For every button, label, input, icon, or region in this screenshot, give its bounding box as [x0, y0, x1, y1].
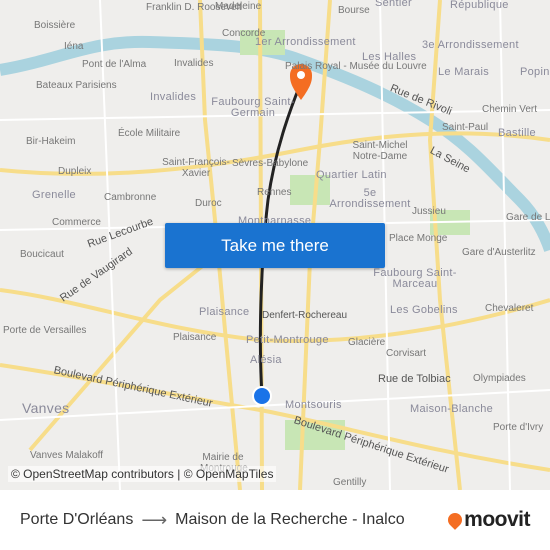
moovit-logo[interactable]: moovit — [445, 508, 530, 532]
map-label: Plaisance — [173, 332, 217, 343]
map-label: Gentilly — [333, 477, 367, 488]
map-label: Iéna — [64, 41, 84, 52]
map-label: République — [450, 0, 509, 11]
map-label: Pont de l'Alma — [82, 59, 147, 70]
map-label: Chevaleret — [485, 303, 534, 314]
map-label: Bourse — [338, 5, 370, 16]
map-label: Invalides — [174, 58, 214, 69]
map-label: Denfert-Rochereau — [262, 310, 348, 321]
map-label: Porte d'Ivry — [493, 422, 544, 433]
map-label: Invalides — [150, 91, 197, 103]
map-label: Montsouris — [285, 399, 342, 411]
map-label: Alésia — [250, 354, 282, 366]
map-label: Les Halles — [362, 51, 417, 63]
map-label: Plaisance — [199, 306, 250, 318]
map-label: Gare d'Austerlitz — [462, 247, 536, 258]
map-label: Vanves Malakoff — [30, 450, 104, 461]
map-label: Popincourt — [520, 66, 550, 78]
map-label: Bastille — [498, 127, 536, 139]
map-label: Madeleine — [215, 1, 262, 12]
map-label: Petit-Montrouge — [246, 334, 329, 346]
map-label: Bateaux Parisiens — [36, 80, 117, 91]
take-me-there-button[interactable]: Take me there — [165, 223, 385, 268]
map-label: Olympiades — [473, 373, 526, 384]
moovit-pin-icon — [445, 510, 466, 530]
map-label: Saint-Paul — [442, 122, 489, 133]
map-label: Saint-François-Xavier — [162, 157, 230, 179]
map-label: Bir-Hakeim — [26, 136, 76, 147]
origin-marker — [252, 386, 272, 406]
map-label: Boissière — [34, 20, 76, 31]
route-summary: Porte D'Orléans ⟶ Maison de la Recherche… — [20, 510, 405, 531]
map-label: Faubourg Saint-Marceau — [373, 267, 457, 290]
map-label: 5e Arrondissement — [329, 187, 411, 210]
map-label: Le Marais — [438, 66, 489, 78]
map-label: Les Gobelins — [390, 304, 458, 316]
map-label: Maison-Blanche — [410, 403, 494, 415]
map-label: Jussieu — [412, 206, 446, 217]
map-label: 1er Arrondissement — [255, 36, 356, 48]
map-label: Chemin Vert — [482, 104, 538, 115]
map-label: Rennes — [257, 187, 292, 198]
map-label: Gare de Lyon — [506, 212, 550, 223]
map-label: Faubourg Saint-Germain — [211, 96, 295, 119]
map-label: Saint-Michel Notre-Dame — [352, 140, 408, 162]
map-label: Boucicaut — [20, 249, 64, 260]
map-label: Porte de Versailles — [3, 325, 87, 336]
map-label: Quartier Latin — [316, 169, 387, 181]
map-label: Dupleix — [58, 166, 92, 177]
map-label: Corvisart — [386, 348, 427, 359]
map-label: Sèvres-Babylone — [232, 158, 309, 169]
map-label: Vanves — [22, 400, 70, 416]
map-label: École Militaire — [118, 128, 181, 139]
map-label: Place Monge — [389, 233, 448, 244]
map-label: Sentier — [375, 0, 412, 9]
map[interactable]: Boissière Iéna Franklin D. Roosevelt Mad… — [0, 0, 550, 490]
map-label: Duroc — [195, 198, 222, 209]
arrow-right-icon: ⟶ — [141, 509, 168, 530]
map-label: 3e Arrondissement — [422, 39, 519, 51]
map-label: Rue de Tolbiac — [378, 373, 451, 385]
destination-name: Maison de la Recherche - Inalco — [175, 511, 405, 528]
map-label: Glacière — [348, 337, 386, 348]
map-label: Commerce — [52, 217, 101, 228]
map-attribution[interactable]: © OpenStreetMap contributors | © OpenMap… — [8, 466, 277, 482]
moovit-logo-text: moovit — [464, 508, 530, 531]
map-label: Grenelle — [32, 189, 76, 201]
map-label: Cambronne — [104, 192, 157, 203]
origin-name: Porte D'Orléans — [20, 511, 134, 528]
